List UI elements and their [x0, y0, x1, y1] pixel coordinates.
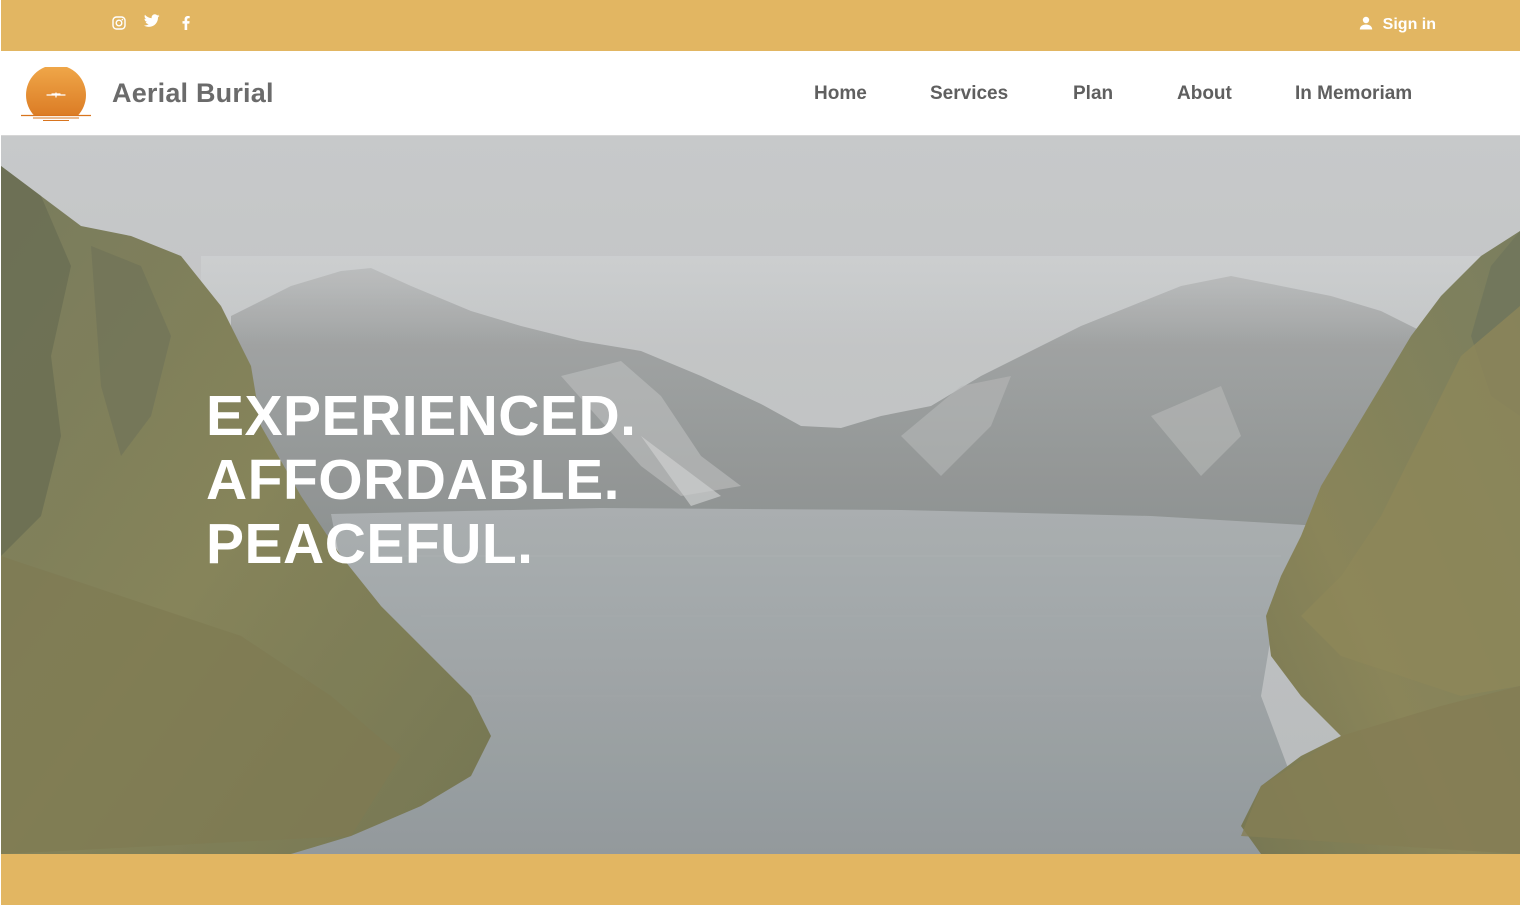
nav-services[interactable]: Services — [930, 83, 1008, 105]
sign-in-label: Sign in — [1382, 16, 1436, 33]
page: Sign in Aerial Burial Home Services Plan… — [1, 0, 1520, 906]
twitter-icon[interactable] — [143, 12, 161, 30]
nav-in-memoriam[interactable]: In Memoriam — [1295, 83, 1412, 105]
hero-section: EXPERIENCED. AFFORDABLE. PEACEFUL. — [1, 136, 1520, 854]
hero-line-experienced: EXPERIENCED. — [206, 384, 637, 448]
hero-heading: EXPERIENCED. AFFORDABLE. PEACEFUL. — [206, 384, 636, 576]
user-icon — [1359, 16, 1373, 35]
sign-in-button[interactable]: Sign in — [1359, 14, 1436, 36]
main-navbar: Aerial Burial Home Services Plan About I… — [1, 51, 1520, 136]
nav-home[interactable]: Home — [814, 83, 867, 105]
hero-line-peaceful: PEACEFUL. — [206, 512, 534, 576]
instagram-icon[interactable] — [110, 14, 128, 32]
hero-line-affordable: AFFORDABLE. — [206, 448, 620, 512]
brand-name[interactable]: Aerial Burial — [112, 78, 274, 109]
nav-about[interactable]: About — [1177, 83, 1232, 105]
sunset-logo[interactable] — [19, 67, 93, 123]
bottom-accent-bar — [1, 854, 1520, 905]
top-utility-bar: Sign in — [1, 0, 1520, 51]
nav-plan[interactable]: Plan — [1073, 83, 1113, 105]
facebook-icon[interactable] — [177, 14, 195, 32]
